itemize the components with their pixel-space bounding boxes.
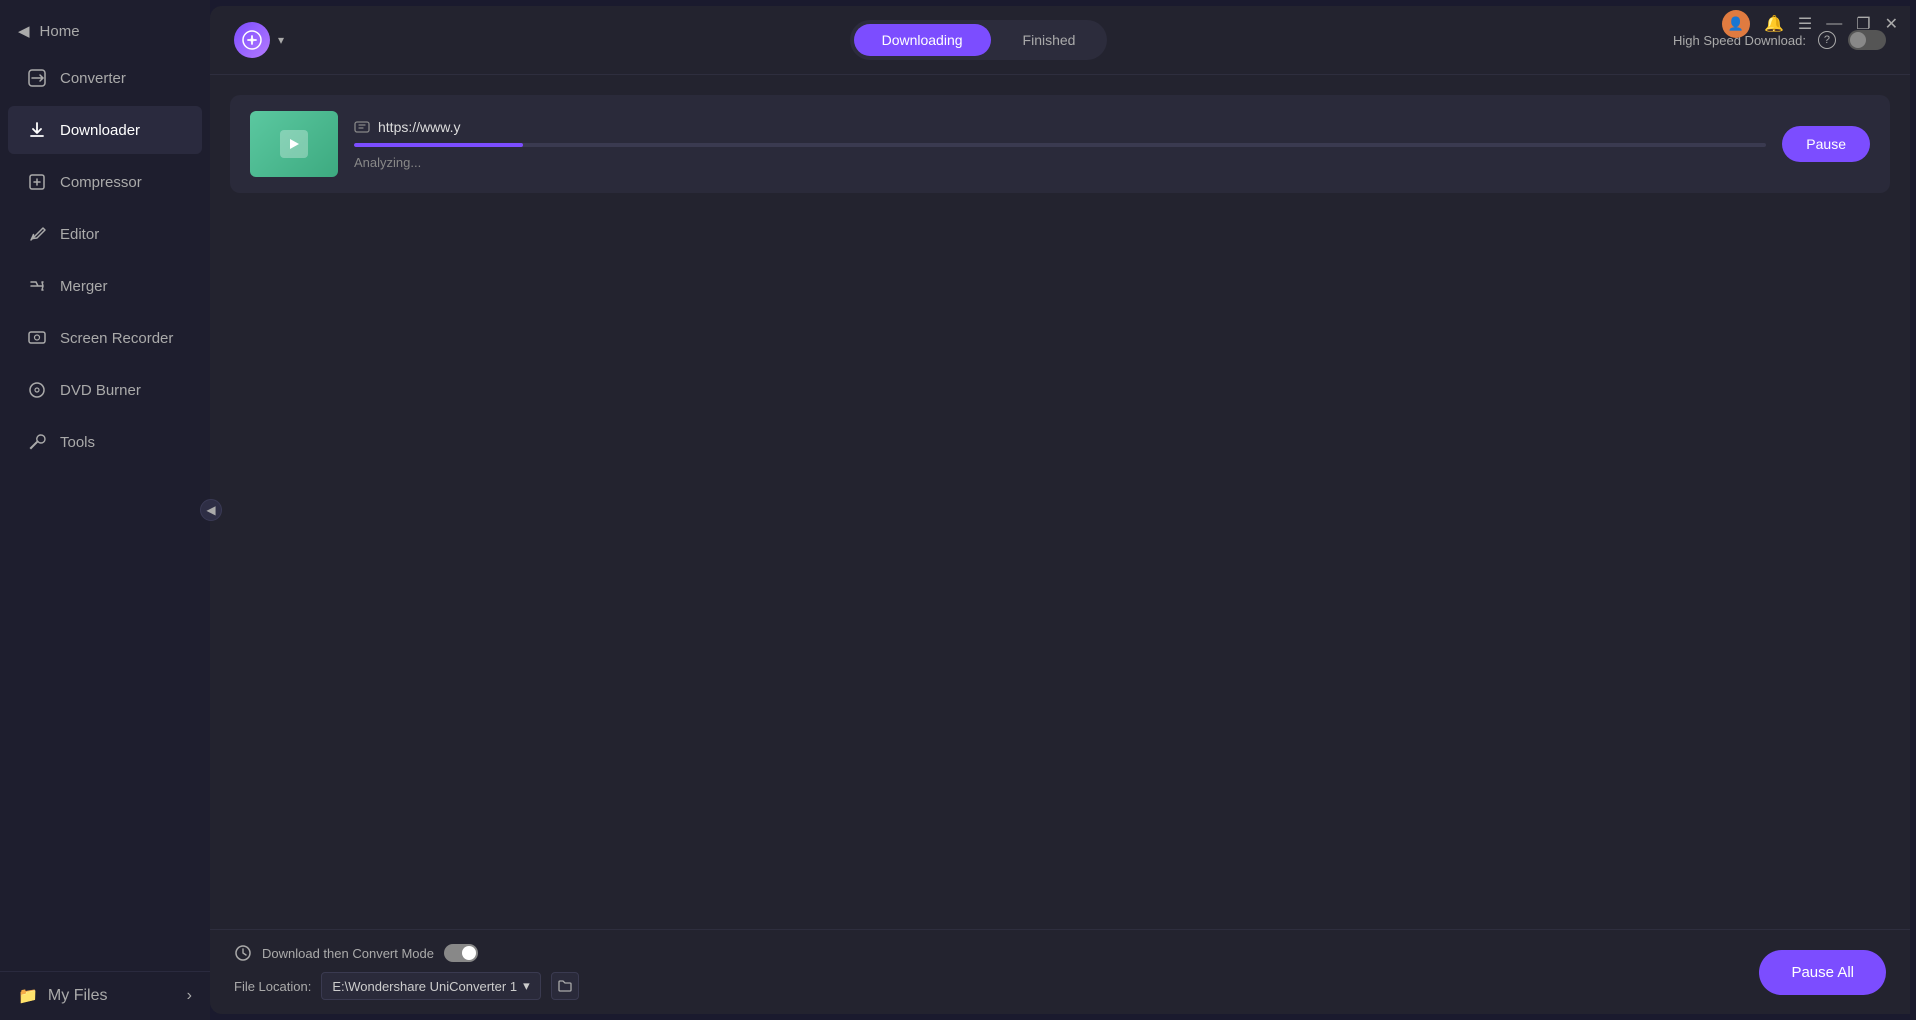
compressor-label: Compressor bbox=[60, 174, 142, 191]
chevron-left-icon: ◀ bbox=[18, 22, 30, 40]
sidebar-item-editor[interactable]: Editor bbox=[8, 210, 202, 258]
topbar: ▾ Downloading Finished High Speed Downlo… bbox=[210, 6, 1910, 75]
download-thumbnail bbox=[250, 111, 338, 177]
file-location-select[interactable]: E:\Wondershare UniConverter 1 ▾ bbox=[321, 972, 540, 1000]
sidebar-item-merger[interactable]: Merger bbox=[8, 262, 202, 310]
sidebar-item-converter[interactable]: Converter bbox=[8, 54, 202, 102]
convert-mode-label: Download then Convert Mode bbox=[262, 946, 434, 961]
converter-icon bbox=[26, 67, 48, 89]
my-files-label: My Files bbox=[48, 987, 108, 1005]
topbar-left: ▾ bbox=[234, 22, 284, 58]
dvd-burner-label: DVD Burner bbox=[60, 382, 141, 399]
tab-group: Downloading Finished bbox=[850, 20, 1108, 60]
tab-finished[interactable]: Finished bbox=[995, 24, 1104, 56]
progress-bar bbox=[354, 143, 1766, 147]
dropdown-chevron-icon: ▾ bbox=[523, 978, 530, 994]
bottom-left: Download then Convert Mode File Location… bbox=[234, 944, 579, 1000]
app-logo-chevron[interactable]: ▾ bbox=[278, 33, 284, 47]
sidebar-item-dvd-burner[interactable]: DVD Burner bbox=[8, 366, 202, 414]
merger-label: Merger bbox=[60, 278, 108, 295]
sidebar-item-screen-recorder[interactable]: Screen Recorder bbox=[8, 314, 202, 362]
notification-icon[interactable]: 🔔 bbox=[1764, 14, 1784, 34]
sidebar-item-compressor[interactable]: Compressor bbox=[8, 158, 202, 206]
play-icon bbox=[280, 130, 308, 158]
screen-recorder-icon bbox=[26, 327, 48, 349]
download-info: https://www.y Analyzing... bbox=[354, 119, 1766, 170]
pause-all-button[interactable]: Pause All bbox=[1759, 950, 1886, 995]
file-location-value: E:\Wondershare UniConverter 1 bbox=[332, 979, 517, 994]
editor-label: Editor bbox=[60, 226, 99, 243]
merger-icon bbox=[26, 275, 48, 297]
tab-downloading[interactable]: Downloading bbox=[854, 24, 991, 56]
sidebar-item-downloader[interactable]: Downloader bbox=[8, 106, 202, 154]
menu-icon[interactable]: ☰ bbox=[1798, 14, 1812, 34]
dvd-burner-icon bbox=[26, 379, 48, 401]
bottom-bar: Download then Convert Mode File Location… bbox=[210, 929, 1910, 1014]
close-button[interactable]: ✕ bbox=[1885, 14, 1898, 34]
download-url: https://www.y bbox=[378, 119, 460, 135]
compressor-icon bbox=[26, 171, 48, 193]
main-content: ▾ Downloading Finished High Speed Downlo… bbox=[210, 6, 1910, 1014]
chevron-right-icon: › bbox=[187, 987, 192, 1005]
screen-recorder-label: Screen Recorder bbox=[60, 330, 173, 347]
analyzing-status: Analyzing... bbox=[354, 155, 1766, 170]
convert-mode-row: Download then Convert Mode bbox=[234, 944, 579, 962]
editor-icon bbox=[26, 223, 48, 245]
file-location-row: File Location: E:\Wondershare UniConvert… bbox=[234, 972, 579, 1000]
sidebar-home-label: Home bbox=[40, 23, 80, 40]
download-item: https://www.y Analyzing... Pause bbox=[230, 95, 1890, 193]
window-controls: 👤 🔔 ☰ — ❐ ✕ bbox=[1722, 10, 1898, 38]
tools-label: Tools bbox=[60, 434, 95, 451]
user-avatar[interactable]: 👤 bbox=[1722, 10, 1750, 38]
minimize-button[interactable]: — bbox=[1826, 15, 1842, 33]
tools-icon bbox=[26, 431, 48, 453]
file-location-label: File Location: bbox=[234, 979, 311, 994]
downloader-label: Downloader bbox=[60, 122, 140, 139]
restore-button[interactable]: ❐ bbox=[1856, 14, 1870, 34]
source-icon bbox=[354, 119, 370, 135]
download-list: https://www.y Analyzing... Pause bbox=[210, 75, 1910, 929]
sidebar-my-files[interactable]: 📁 My Files › bbox=[0, 971, 210, 1020]
progress-bar-fill bbox=[354, 143, 523, 147]
convert-mode-toggle[interactable] bbox=[444, 944, 478, 962]
collapse-sidebar-button[interactable]: ◀ bbox=[200, 499, 222, 521]
open-folder-button[interactable] bbox=[551, 972, 579, 1000]
pause-button[interactable]: Pause bbox=[1782, 126, 1870, 162]
app-logo bbox=[234, 22, 270, 58]
my-files-icon: 📁 bbox=[18, 986, 38, 1006]
downloader-icon bbox=[26, 119, 48, 141]
sidebar-item-tools[interactable]: Tools bbox=[8, 418, 202, 466]
sidebar: ◀ Home Converter Downloader Compre bbox=[0, 0, 210, 1020]
url-row: https://www.y bbox=[354, 119, 1766, 135]
clock-icon bbox=[234, 944, 252, 962]
sidebar-home[interactable]: ◀ Home bbox=[0, 10, 210, 52]
converter-label: Converter bbox=[60, 70, 126, 87]
